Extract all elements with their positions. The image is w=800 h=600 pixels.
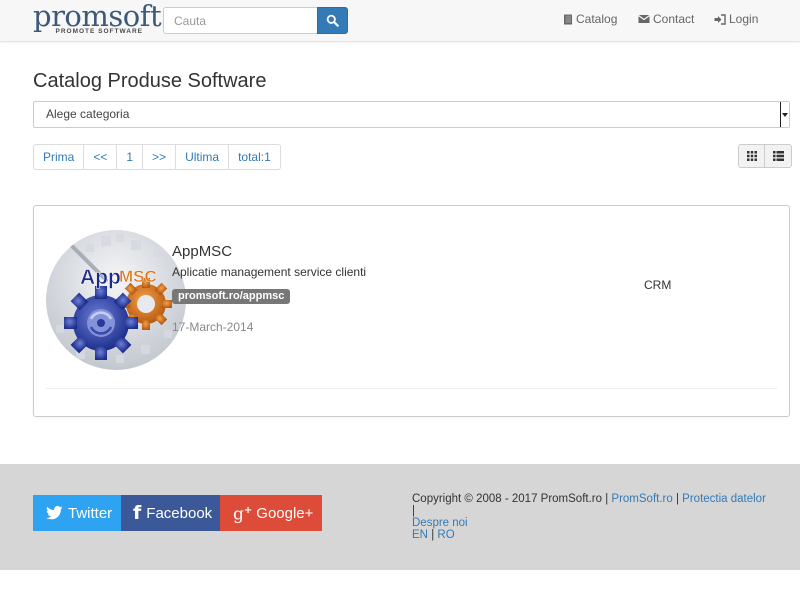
pagination-first[interactable]: Prima bbox=[34, 145, 85, 169]
navbar: promsoft PROMOTE SOFTWARE Catalog Contac… bbox=[0, 0, 800, 42]
nav-catalog[interactable]: Catalog bbox=[563, 12, 617, 26]
search-button[interactable] bbox=[317, 7, 348, 34]
google-plus-icon: g+ bbox=[233, 504, 253, 525]
image-text-msc: MSC bbox=[119, 267, 157, 286]
footer: Twitter f Facebook g+ Google+ Copyright … bbox=[0, 464, 800, 570]
category-select[interactable]: Alege categoria bbox=[33, 101, 790, 128]
nav-catalog-label: Catalog bbox=[576, 12, 618, 26]
facebook-button[interactable]: f Facebook bbox=[121, 495, 220, 531]
envelope-icon bbox=[638, 15, 650, 23]
twitter-icon bbox=[46, 506, 63, 520]
product-name[interactable]: AppMSC bbox=[172, 243, 232, 260]
image-text-app: App bbox=[80, 266, 121, 289]
nav-contact-label: Contact bbox=[653, 12, 695, 26]
nav-contact[interactable]: Contact bbox=[638, 12, 694, 26]
search-form bbox=[163, 7, 348, 34]
product-category: CRM bbox=[644, 278, 672, 292]
google-plus-button[interactable]: g+ Google+ bbox=[220, 495, 322, 531]
brand-logo[interactable]: promsoft PROMOTE SOFTWARE bbox=[33, 0, 162, 37]
pagination: Prima << 1 >> Ultima total:1 bbox=[33, 144, 281, 170]
pagination-prev[interactable]: << bbox=[84, 145, 118, 169]
divider bbox=[46, 388, 777, 389]
google-plus-label: Google+ bbox=[256, 504, 314, 522]
product-card: App MSC AppMSC Aplicatie management serv… bbox=[33, 205, 790, 417]
pagination-total[interactable]: total:1 bbox=[229, 145, 280, 169]
login-icon bbox=[714, 13, 726, 25]
copyright-text: Copyright © 2008 - 2017 PromSoft.ro | bbox=[412, 493, 609, 505]
brand-tagline: PROMOTE SOFTWARE bbox=[55, 28, 143, 35]
footer-link-about[interactable]: Despre noi bbox=[412, 517, 468, 529]
view-toggle bbox=[738, 144, 792, 168]
pagination-last[interactable]: Ultima bbox=[176, 145, 230, 169]
language-en[interactable]: EN bbox=[412, 529, 428, 541]
page-title: Catalog Produse Software bbox=[33, 70, 267, 92]
footer-separator: | bbox=[412, 505, 415, 517]
list-view-button[interactable] bbox=[765, 145, 791, 167]
product-date: 17-March-2014 bbox=[172, 320, 254, 334]
facebook-label: Facebook bbox=[146, 504, 213, 522]
nav-login[interactable]: Login bbox=[714, 12, 758, 26]
product-link-badge[interactable]: promsoft.ro/appmsc bbox=[172, 289, 291, 304]
chevron-down-icon bbox=[780, 102, 789, 127]
footer-separator: | bbox=[431, 529, 435, 541]
category-select-value: Alege categoria bbox=[46, 107, 130, 121]
footer-info: Copyright © 2008 - 2017 PromSoft.ro | Pr… bbox=[412, 493, 772, 541]
grid-icon bbox=[746, 151, 757, 161]
product-image[interactable]: App MSC bbox=[46, 230, 186, 370]
pagination-next[interactable]: >> bbox=[143, 145, 177, 169]
twitter-label: Twitter bbox=[68, 504, 113, 522]
grid-view-button[interactable] bbox=[739, 145, 765, 167]
footer-link-promsoft[interactable]: PromSoft.ro bbox=[611, 493, 672, 505]
nav-login-label: Login bbox=[729, 12, 759, 26]
search-icon bbox=[326, 14, 339, 27]
book-icon bbox=[564, 14, 572, 24]
appmsc-logo-image: App MSC bbox=[46, 230, 186, 370]
list-icon bbox=[772, 151, 784, 161]
product-description: Aplicatie management service clienti bbox=[172, 265, 367, 279]
facebook-icon: f bbox=[133, 501, 142, 524]
twitter-button[interactable]: Twitter bbox=[33, 495, 121, 531]
language-ro[interactable]: RO bbox=[437, 529, 454, 541]
footer-separator: | bbox=[675, 493, 679, 505]
footer-link-privacy[interactable]: Protectia datelor bbox=[682, 493, 766, 505]
search-input[interactable] bbox=[163, 7, 318, 34]
pagination-page-1[interactable]: 1 bbox=[117, 145, 144, 169]
